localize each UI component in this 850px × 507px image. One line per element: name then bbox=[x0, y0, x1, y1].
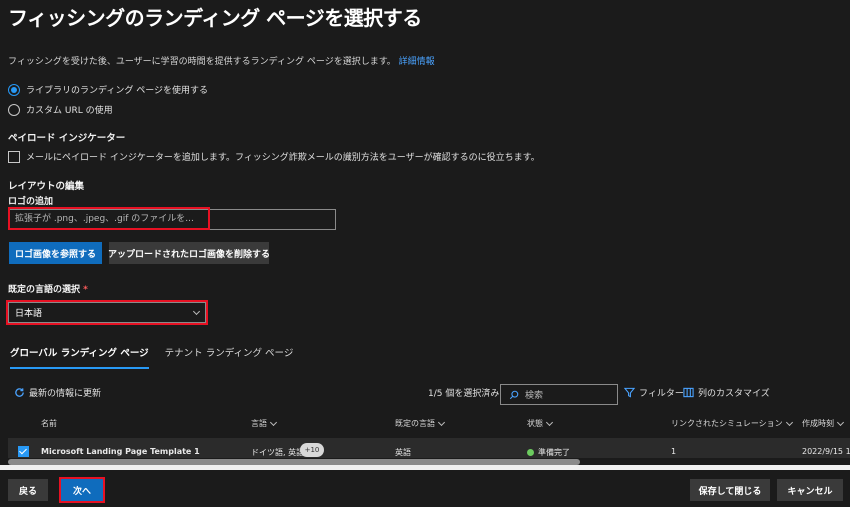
learn-more-link[interactable]: 詳細情報 bbox=[399, 57, 435, 67]
selection-count: 1/5 個を選択済み bbox=[428, 389, 500, 399]
radio-button-selected[interactable] bbox=[8, 83, 20, 96]
radio-option-custom-url[interactable]: カスタム URL の使用 bbox=[8, 103, 113, 116]
row-default-language: 英語 bbox=[395, 448, 411, 457]
search-icon bbox=[509, 390, 519, 399]
status-ok-icon bbox=[527, 449, 534, 456]
chevron-down-icon bbox=[437, 418, 446, 426]
layout-heading: レイアウトの編集 bbox=[8, 181, 85, 192]
column-header-status[interactable]: 状態 bbox=[527, 418, 554, 429]
column-header-name[interactable]: 名前 bbox=[41, 418, 57, 429]
highlight-box-logo-input bbox=[8, 207, 210, 230]
column-header-created-label: 作成時刻 bbox=[802, 419, 834, 428]
row-name[interactable]: Microsoft Landing Page Template 1 bbox=[41, 447, 200, 456]
highlight-box-next bbox=[59, 477, 105, 503]
column-header-created[interactable]: 作成時刻 bbox=[802, 418, 845, 429]
payload-checkbox[interactable] bbox=[8, 150, 20, 163]
radio-label-custom-url: カスタム URL の使用 bbox=[26, 106, 113, 116]
column-header-linked-simulations-label: リンクされたシミュレーション bbox=[671, 419, 783, 428]
tab-tenant-landing-pages[interactable]: テナント ランディング ページ bbox=[165, 345, 294, 369]
chevron-down-icon bbox=[545, 418, 554, 426]
filter-icon bbox=[624, 387, 635, 398]
column-header-language[interactable]: 言語 bbox=[251, 418, 278, 429]
column-header-name-label: 名前 bbox=[41, 419, 57, 428]
filter-label: フィルター bbox=[639, 389, 684, 399]
remove-logo-button[interactable]: アップロードされたロゴ画像を削除する bbox=[108, 242, 270, 264]
language-label-text: 既定の言語の選択 bbox=[8, 285, 81, 295]
radio-label-library: ライブラリのランディング ページを使用する bbox=[26, 86, 209, 96]
chevron-down-icon bbox=[269, 418, 278, 426]
payload-checkbox-row[interactable]: メールにペイロード インジケーターを追加します。フィッシング詐欺メールの識別方法… bbox=[8, 150, 540, 163]
row-created: 2022/9/15 16: bbox=[802, 447, 850, 456]
search-input[interactable]: 検索 bbox=[500, 384, 618, 405]
row-linked-simulations: 1 bbox=[671, 447, 677, 456]
tab-bar: グローバル ランディング ページ テナント ランディング ページ bbox=[10, 345, 293, 369]
row-status-label: 準備完了 bbox=[538, 448, 570, 457]
row-checkbox[interactable] bbox=[18, 446, 29, 457]
required-mark: * bbox=[83, 285, 88, 295]
customize-columns-button[interactable]: 列のカスタマイズ bbox=[683, 386, 770, 399]
cancel-button[interactable]: キャンセル bbox=[777, 479, 843, 501]
save-close-button[interactable]: 保存して閉じる bbox=[690, 479, 770, 501]
column-header-language-label: 言語 bbox=[251, 419, 267, 428]
browse-logo-button[interactable]: ロゴ画像を参照する bbox=[9, 242, 102, 264]
more-languages-badge[interactable]: +10 bbox=[300, 443, 324, 457]
refresh-icon bbox=[15, 388, 24, 397]
row-status: 準備完了 bbox=[527, 447, 570, 458]
radio-button[interactable] bbox=[8, 103, 20, 116]
payload-checkbox-label: メールにペイロード インジケーターを追加します。フィッシング詐欺メールの識別方法… bbox=[26, 153, 540, 163]
customize-columns-label: 列のカスタマイズ bbox=[698, 389, 770, 399]
page-description: フィッシングを受けた後、ユーザーに学習の時間を提供するランディング ページを選択… bbox=[8, 54, 435, 67]
chevron-down-icon bbox=[836, 418, 845, 426]
columns-icon bbox=[683, 387, 694, 398]
filter-button[interactable]: フィルター bbox=[624, 386, 684, 399]
radio-option-library[interactable]: ライブラリのランディング ページを使用する bbox=[8, 83, 208, 96]
back-button[interactable]: 戻る bbox=[8, 479, 48, 501]
tab-global-landing-pages[interactable]: グローバル ランディング ページ bbox=[10, 345, 149, 369]
divider bbox=[0, 465, 850, 470]
logo-label: ロゴの追加 bbox=[8, 197, 54, 207]
column-header-status-label: 状態 bbox=[527, 419, 543, 428]
column-header-default-language-label: 既定の言語 bbox=[395, 419, 435, 428]
highlight-box-language bbox=[6, 300, 208, 325]
chevron-down-icon bbox=[785, 418, 793, 426]
refresh-label: 最新の情報に更新 bbox=[29, 389, 102, 399]
language-label: 既定の言語の選択 * bbox=[8, 282, 88, 295]
refresh-button[interactable]: 最新の情報に更新 bbox=[14, 386, 101, 399]
search-placeholder: 検索 bbox=[525, 391, 544, 401]
column-header-default-language[interactable]: 既定の言語 bbox=[395, 418, 446, 429]
page-title: フィッシングのランディング ページを選択する bbox=[8, 6, 422, 30]
column-header-linked-simulations[interactable]: リンクされたシミュレーション bbox=[671, 418, 793, 429]
payload-heading: ペイロード インジケーター bbox=[8, 133, 126, 144]
description-text: フィッシングを受けた後、ユーザーに学習の時間を提供するランディング ページを選択… bbox=[8, 57, 396, 67]
